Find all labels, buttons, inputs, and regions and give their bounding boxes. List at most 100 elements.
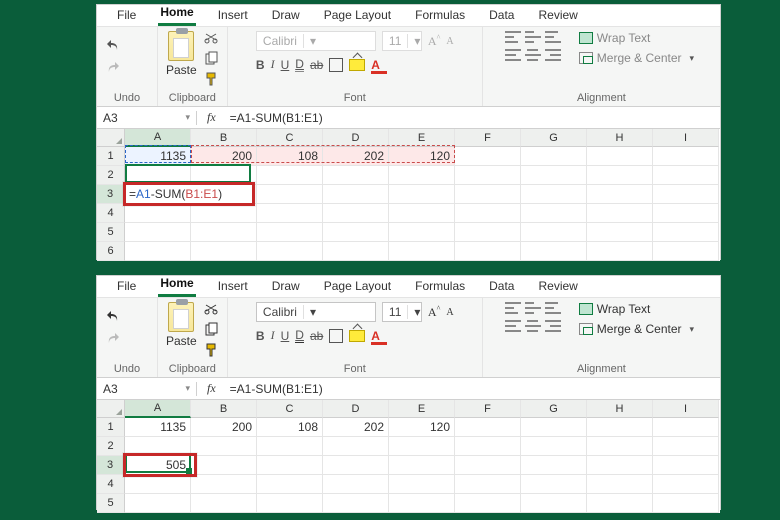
cell[interactable] (125, 223, 191, 242)
redo-icon[interactable] (105, 59, 121, 75)
tab-file[interactable]: File (115, 277, 138, 297)
col-header[interactable]: I (653, 400, 719, 418)
cell[interactable] (521, 147, 587, 166)
cell[interactable] (455, 223, 521, 242)
col-header[interactable]: D (323, 129, 389, 147)
underline-button[interactable]: U (281, 329, 290, 343)
row-header[interactable]: 3 (97, 185, 125, 204)
cell[interactable] (521, 456, 587, 475)
cut-icon[interactable] (203, 31, 219, 47)
borders-button[interactable] (329, 58, 343, 72)
cell[interactable] (521, 437, 587, 456)
cell[interactable] (323, 242, 389, 261)
cell[interactable] (653, 166, 719, 185)
row-header[interactable]: 1 (97, 147, 125, 166)
paste-button[interactable]: Paste (166, 302, 197, 348)
cell-a3-editing[interactable]: =A1-SUM(B1:E1) (125, 185, 257, 204)
cell[interactable] (389, 185, 455, 204)
cell[interactable] (653, 147, 719, 166)
align-center-icon[interactable] (525, 320, 541, 332)
cell[interactable]: 202 (323, 418, 389, 437)
cell[interactable] (653, 456, 719, 475)
undo-icon[interactable] (105, 308, 121, 324)
col-header[interactable]: G (521, 129, 587, 147)
col-header[interactable]: H (587, 400, 653, 418)
row-header[interactable]: 5 (97, 494, 125, 513)
cell[interactable] (455, 242, 521, 261)
cell[interactable] (587, 204, 653, 223)
align-left-icon[interactable] (505, 49, 521, 61)
align-center-icon[interactable] (525, 49, 541, 61)
align-bottom-icon[interactable] (545, 31, 561, 43)
cell[interactable] (521, 223, 587, 242)
tab-insert[interactable]: Insert (216, 277, 250, 297)
cell[interactable] (587, 242, 653, 261)
redo-icon[interactable] (105, 330, 121, 346)
tab-pagelayout[interactable]: Page Layout (322, 277, 393, 297)
underline-button[interactable]: U (281, 58, 290, 72)
cell[interactable] (257, 223, 323, 242)
tab-draw[interactable]: Draw (270, 277, 302, 297)
row-header[interactable]: 3 (97, 456, 125, 475)
cell[interactable] (455, 437, 521, 456)
cell[interactable] (587, 418, 653, 437)
row-header[interactable]: 2 (97, 166, 125, 185)
copy-icon[interactable] (203, 51, 219, 67)
formula-bar[interactable]: =A1-SUM(B1:E1) (226, 111, 720, 125)
fx-icon[interactable]: fx (197, 381, 226, 396)
cell[interactable] (521, 185, 587, 204)
col-header[interactable]: D (323, 400, 389, 418)
cell[interactable] (389, 456, 455, 475)
cell[interactable]: 1135 (125, 147, 191, 166)
paste-button[interactable]: Paste (166, 31, 197, 77)
increase-font-icon[interactable]: A^ (428, 33, 440, 49)
cell[interactable] (125, 494, 191, 513)
row-header[interactable]: 5 (97, 223, 125, 242)
bold-button[interactable]: B (256, 58, 265, 72)
copy-icon[interactable] (203, 322, 219, 338)
cell[interactable] (521, 204, 587, 223)
cell[interactable] (257, 242, 323, 261)
col-header[interactable]: B (191, 129, 257, 147)
col-header[interactable]: C (257, 129, 323, 147)
strikethrough-button[interactable]: ab (310, 329, 323, 343)
cell[interactable] (455, 185, 521, 204)
cell[interactable] (587, 494, 653, 513)
fill-color-button[interactable] (349, 330, 365, 342)
bold-button[interactable]: B (256, 329, 265, 343)
cell[interactable] (389, 242, 455, 261)
cell[interactable]: 202 (323, 147, 389, 166)
cell[interactable] (455, 204, 521, 223)
col-header[interactable]: B (191, 400, 257, 418)
row-header[interactable]: 4 (97, 475, 125, 494)
cell[interactable]: 108 (257, 147, 323, 166)
formula-bar[interactable]: =A1-SUM(B1:E1) (226, 382, 720, 396)
cell[interactable] (125, 242, 191, 261)
cell[interactable] (455, 456, 521, 475)
cell[interactable] (257, 475, 323, 494)
cell[interactable] (587, 456, 653, 475)
cell[interactable] (653, 204, 719, 223)
cell[interactable] (587, 185, 653, 204)
cell[interactable] (455, 475, 521, 494)
font-family-combo[interactable]: Calibri▾ (256, 302, 376, 322)
cell[interactable] (653, 185, 719, 204)
cell-a3-result[interactable]: 505 (125, 456, 191, 475)
align-bottom-icon[interactable] (545, 302, 561, 314)
col-header[interactable]: A (125, 400, 191, 418)
cell[interactable] (653, 418, 719, 437)
font-color-button[interactable]: A (371, 58, 385, 72)
cell[interactable] (587, 166, 653, 185)
cell[interactable] (323, 475, 389, 494)
cell[interactable]: 1135 (125, 418, 191, 437)
double-underline-button[interactable]: D (295, 57, 304, 72)
decrease-font-icon[interactable]: A (446, 307, 453, 318)
cell[interactable] (653, 475, 719, 494)
cell[interactable] (191, 242, 257, 261)
select-all-corner[interactable] (97, 129, 125, 147)
cell[interactable]: 200 (191, 418, 257, 437)
cell[interactable] (323, 204, 389, 223)
cell[interactable] (191, 437, 257, 456)
align-top-icon[interactable] (505, 302, 521, 314)
cell[interactable] (125, 204, 191, 223)
